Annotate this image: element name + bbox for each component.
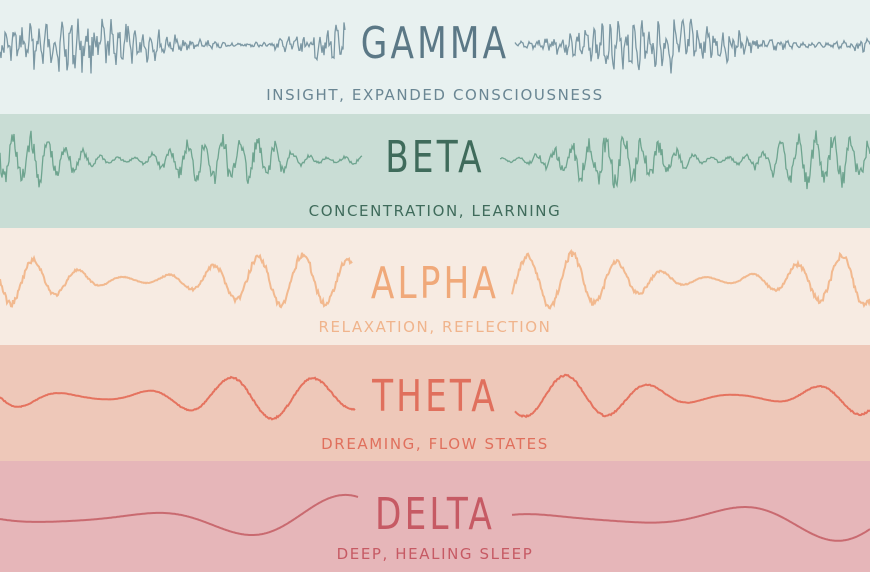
delta-band: DELTA DEEP, HEALING SLEEP xyxy=(0,461,870,572)
band-title: THETA xyxy=(372,371,498,422)
band-description: INSIGHT, EXPANDED CONSCIOUSNESS xyxy=(266,86,604,104)
gamma-band: GAMMA INSIGHT, EXPANDED CONSCIOUSNESS xyxy=(0,0,870,114)
band-description: RELAXATION, REFLECTION xyxy=(318,318,552,336)
theta-band: THETA DREAMING, FLOW STATES xyxy=(0,345,870,461)
beta-band: BETA CONCENTRATION, LEARNING xyxy=(0,114,870,228)
band-title: ALPHA xyxy=(370,258,500,309)
alpha-band: ALPHA RELAXATION, REFLECTION xyxy=(0,228,870,345)
band-title: GAMMA xyxy=(360,18,510,69)
band-description: DREAMING, FLOW STATES xyxy=(321,435,549,453)
band-description: DEEP, HEALING SLEEP xyxy=(336,545,534,563)
band-description: CONCENTRATION, LEARNING xyxy=(308,202,562,220)
band-title: DELTA xyxy=(375,489,495,540)
band-title: BETA xyxy=(385,132,485,183)
brainwave-chart: GAMMA INSIGHT, EXPANDED CONSCIOUSNESS BE… xyxy=(0,0,870,572)
